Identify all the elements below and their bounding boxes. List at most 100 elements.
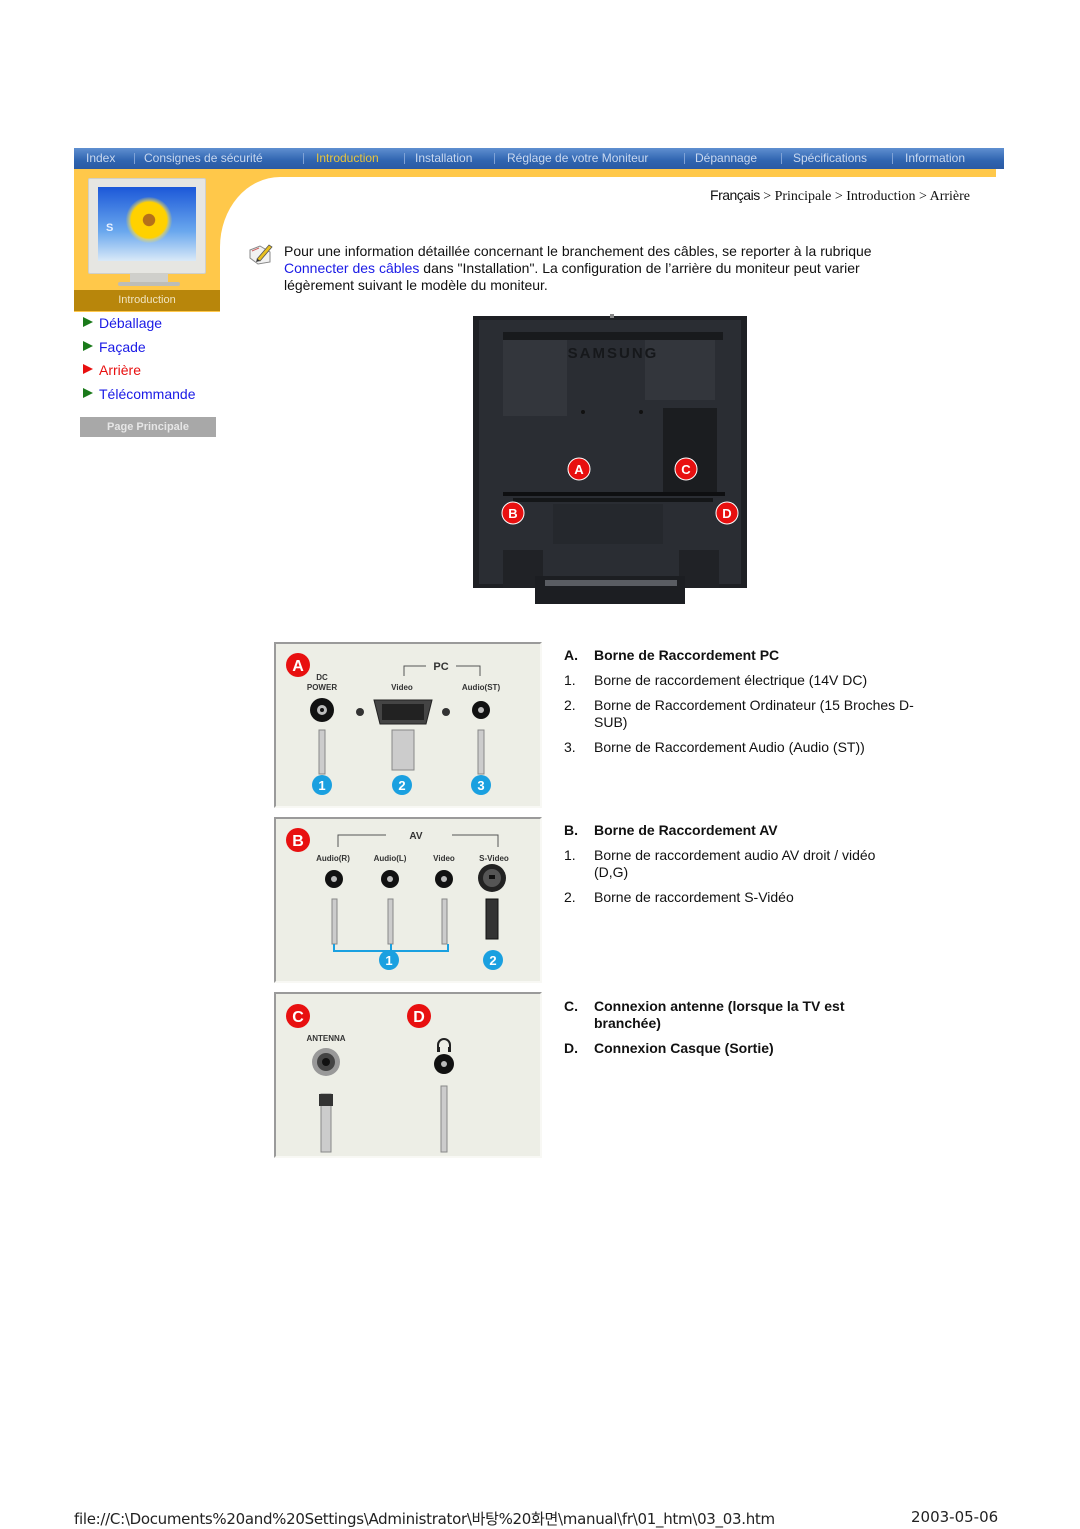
nav-item-reglage[interactable]: Réglage de votre Moniteur xyxy=(507,148,648,169)
section-heading: A. Borne de Raccordement PC xyxy=(564,647,944,664)
monitor-stand-base xyxy=(118,282,180,286)
triangle-bullet-icon xyxy=(83,364,93,374)
section-a-description: A. Borne de Raccordement PC 1. Borne de ra… xyxy=(564,647,944,756)
headphone-icon xyxy=(437,1038,451,1052)
nav-item-depannage[interactable]: Dépannage xyxy=(695,148,757,169)
svg-text:3: 3 xyxy=(477,778,484,793)
video-port xyxy=(435,870,453,888)
label-power: POWER xyxy=(307,683,337,692)
number-badge-1: 1 xyxy=(379,950,399,970)
sidebar-item-label: Arrière xyxy=(99,362,142,378)
svg-text:C: C xyxy=(292,1009,304,1026)
vga-port xyxy=(373,699,433,725)
svg-text:D: D xyxy=(413,1009,425,1026)
nav-separator xyxy=(303,153,304,164)
section-heading: D. Connexion Casque (Sortie) xyxy=(564,1040,774,1056)
list-item: 3. Borne de Raccordement Audio (Audio (ST… xyxy=(564,739,865,755)
svg-text:2: 2 xyxy=(489,953,496,968)
sidebar-item-arriere[interactable]: Arrière xyxy=(83,362,141,379)
badge-a: A xyxy=(286,653,310,677)
headphone-port xyxy=(434,1054,454,1074)
badge-b: B xyxy=(286,828,310,852)
badge-d: D xyxy=(407,1004,431,1028)
list-item: 1. Borne de raccordement audio AV droit /… xyxy=(564,847,876,880)
svg-text:A: A xyxy=(292,658,304,675)
connecter-cables-link[interactable]: Connecter des câbles xyxy=(284,260,419,276)
nav-separator xyxy=(134,153,135,164)
sidebar-item-label: Télécommande xyxy=(99,386,196,402)
list-item: 1. Borne de raccordement électrique (14V … xyxy=(564,672,868,688)
svg-text:B: B xyxy=(292,833,304,850)
label-audio-r: Audio(R) xyxy=(316,854,350,863)
screw-icon xyxy=(356,708,364,716)
note-text: Pour une information détaillée concernan… xyxy=(284,243,924,294)
nav-separator xyxy=(684,153,685,164)
marker-c: C xyxy=(674,457,698,481)
note-pencil-icon xyxy=(249,244,273,265)
breadcrumb: Français > Principale > Introduction > A… xyxy=(600,187,970,205)
section-heading: C. Connexion antenne (lorsque la TV est b… xyxy=(564,998,845,1031)
breadcrumb-language[interactable]: Français xyxy=(710,187,760,203)
section-b-description: B. Borne de Raccordement AV 1. Borne de ra… xyxy=(564,822,944,906)
sidebar-item-facade[interactable]: Façade xyxy=(83,339,146,356)
monitor-stand xyxy=(130,274,168,282)
group-label-av: AV xyxy=(409,831,422,842)
nav-item-index[interactable]: Index xyxy=(86,148,115,169)
footer-date: 2003-05-06 xyxy=(911,1508,999,1526)
antenna-port xyxy=(312,1048,340,1076)
list-item: 2. Borne de Raccordement Ordinateur (15 B… xyxy=(564,697,914,730)
label-antenna: ANTENNA xyxy=(306,1034,345,1043)
connector-panel-b: B AV Audio(R) Audio(L) Video S-Video 1 2 xyxy=(274,817,542,983)
svg-text:1: 1 xyxy=(318,778,325,793)
sidebar-item-telecommande[interactable]: Télécommande xyxy=(83,386,196,403)
svg-text:B: B xyxy=(508,506,517,521)
number-badge-2: 2 xyxy=(392,775,412,795)
nav-separator xyxy=(494,153,495,164)
monitor-screen-letter: S xyxy=(106,222,114,234)
samsung-logo: SAMSUNG xyxy=(568,345,659,362)
footer-file-path: file://C:\Documents%20and%20Settings\Adm… xyxy=(74,1510,775,1528)
svg-text:C: C xyxy=(681,462,691,477)
page-principale-button[interactable]: Page Principale xyxy=(80,417,216,437)
svg-text:A: A xyxy=(574,462,584,477)
dc-power-port xyxy=(310,698,334,722)
section-title: Borne de Raccordement PC xyxy=(594,647,780,663)
marker-d: D xyxy=(715,501,739,525)
svg-text:2: 2 xyxy=(398,778,405,793)
note-text-part: Pour une information détaillée concernan… xyxy=(284,243,872,259)
nav-separator xyxy=(892,153,893,164)
number-badge-3: 3 xyxy=(471,775,491,795)
breadcrumb-path: > Principale > Introduction > Arrière xyxy=(759,189,970,204)
marker-a: A xyxy=(567,457,591,481)
section-heading: B. Borne de Raccordement AV xyxy=(564,822,778,838)
audio-r-port xyxy=(325,870,343,888)
triangle-bullet-icon xyxy=(83,341,93,351)
label-video: Video xyxy=(391,683,413,692)
svg-text:1: 1 xyxy=(385,953,392,968)
badge-c: C xyxy=(286,1004,310,1028)
sidebar-section-label: Introduction xyxy=(74,290,220,311)
label-video: Video xyxy=(433,854,455,863)
top-nav-bar: Index Consignes de sécurité Introduction… xyxy=(74,148,1004,169)
nav-item-introduction[interactable]: Introduction xyxy=(316,148,379,169)
label-s-video: S-Video xyxy=(479,854,509,863)
nav-item-installation[interactable]: Installation xyxy=(415,148,472,169)
nav-item-specifications[interactable]: Spécifications xyxy=(793,148,867,169)
marker-b: B xyxy=(501,501,525,525)
connector-panel-cd: C D ANTENNA xyxy=(274,992,542,1158)
sidebar-item-deballage[interactable]: Déballage xyxy=(83,315,162,332)
group-label-pc: PC xyxy=(433,661,448,673)
nav-item-consignes[interactable]: Consignes de sécurité xyxy=(144,148,263,169)
sidebar-item-label: Déballage xyxy=(99,315,163,331)
audio-st-port xyxy=(472,701,490,719)
screw-icon xyxy=(442,708,450,716)
flower-image xyxy=(126,197,172,243)
connector-panel-a: A PC DC POWER Video Audio(ST) 1 2 3 xyxy=(274,642,542,808)
sidebar-item-label: Façade xyxy=(99,339,146,355)
list-item: 2. Borne de raccordement S-Vidéo xyxy=(564,889,794,905)
nav-separator xyxy=(404,153,405,164)
section-letter: A. xyxy=(564,647,578,663)
nav-item-information[interactable]: Information xyxy=(905,148,965,169)
number-badge-2: 2 xyxy=(483,950,503,970)
label-audio-l: Audio(L) xyxy=(374,854,407,863)
